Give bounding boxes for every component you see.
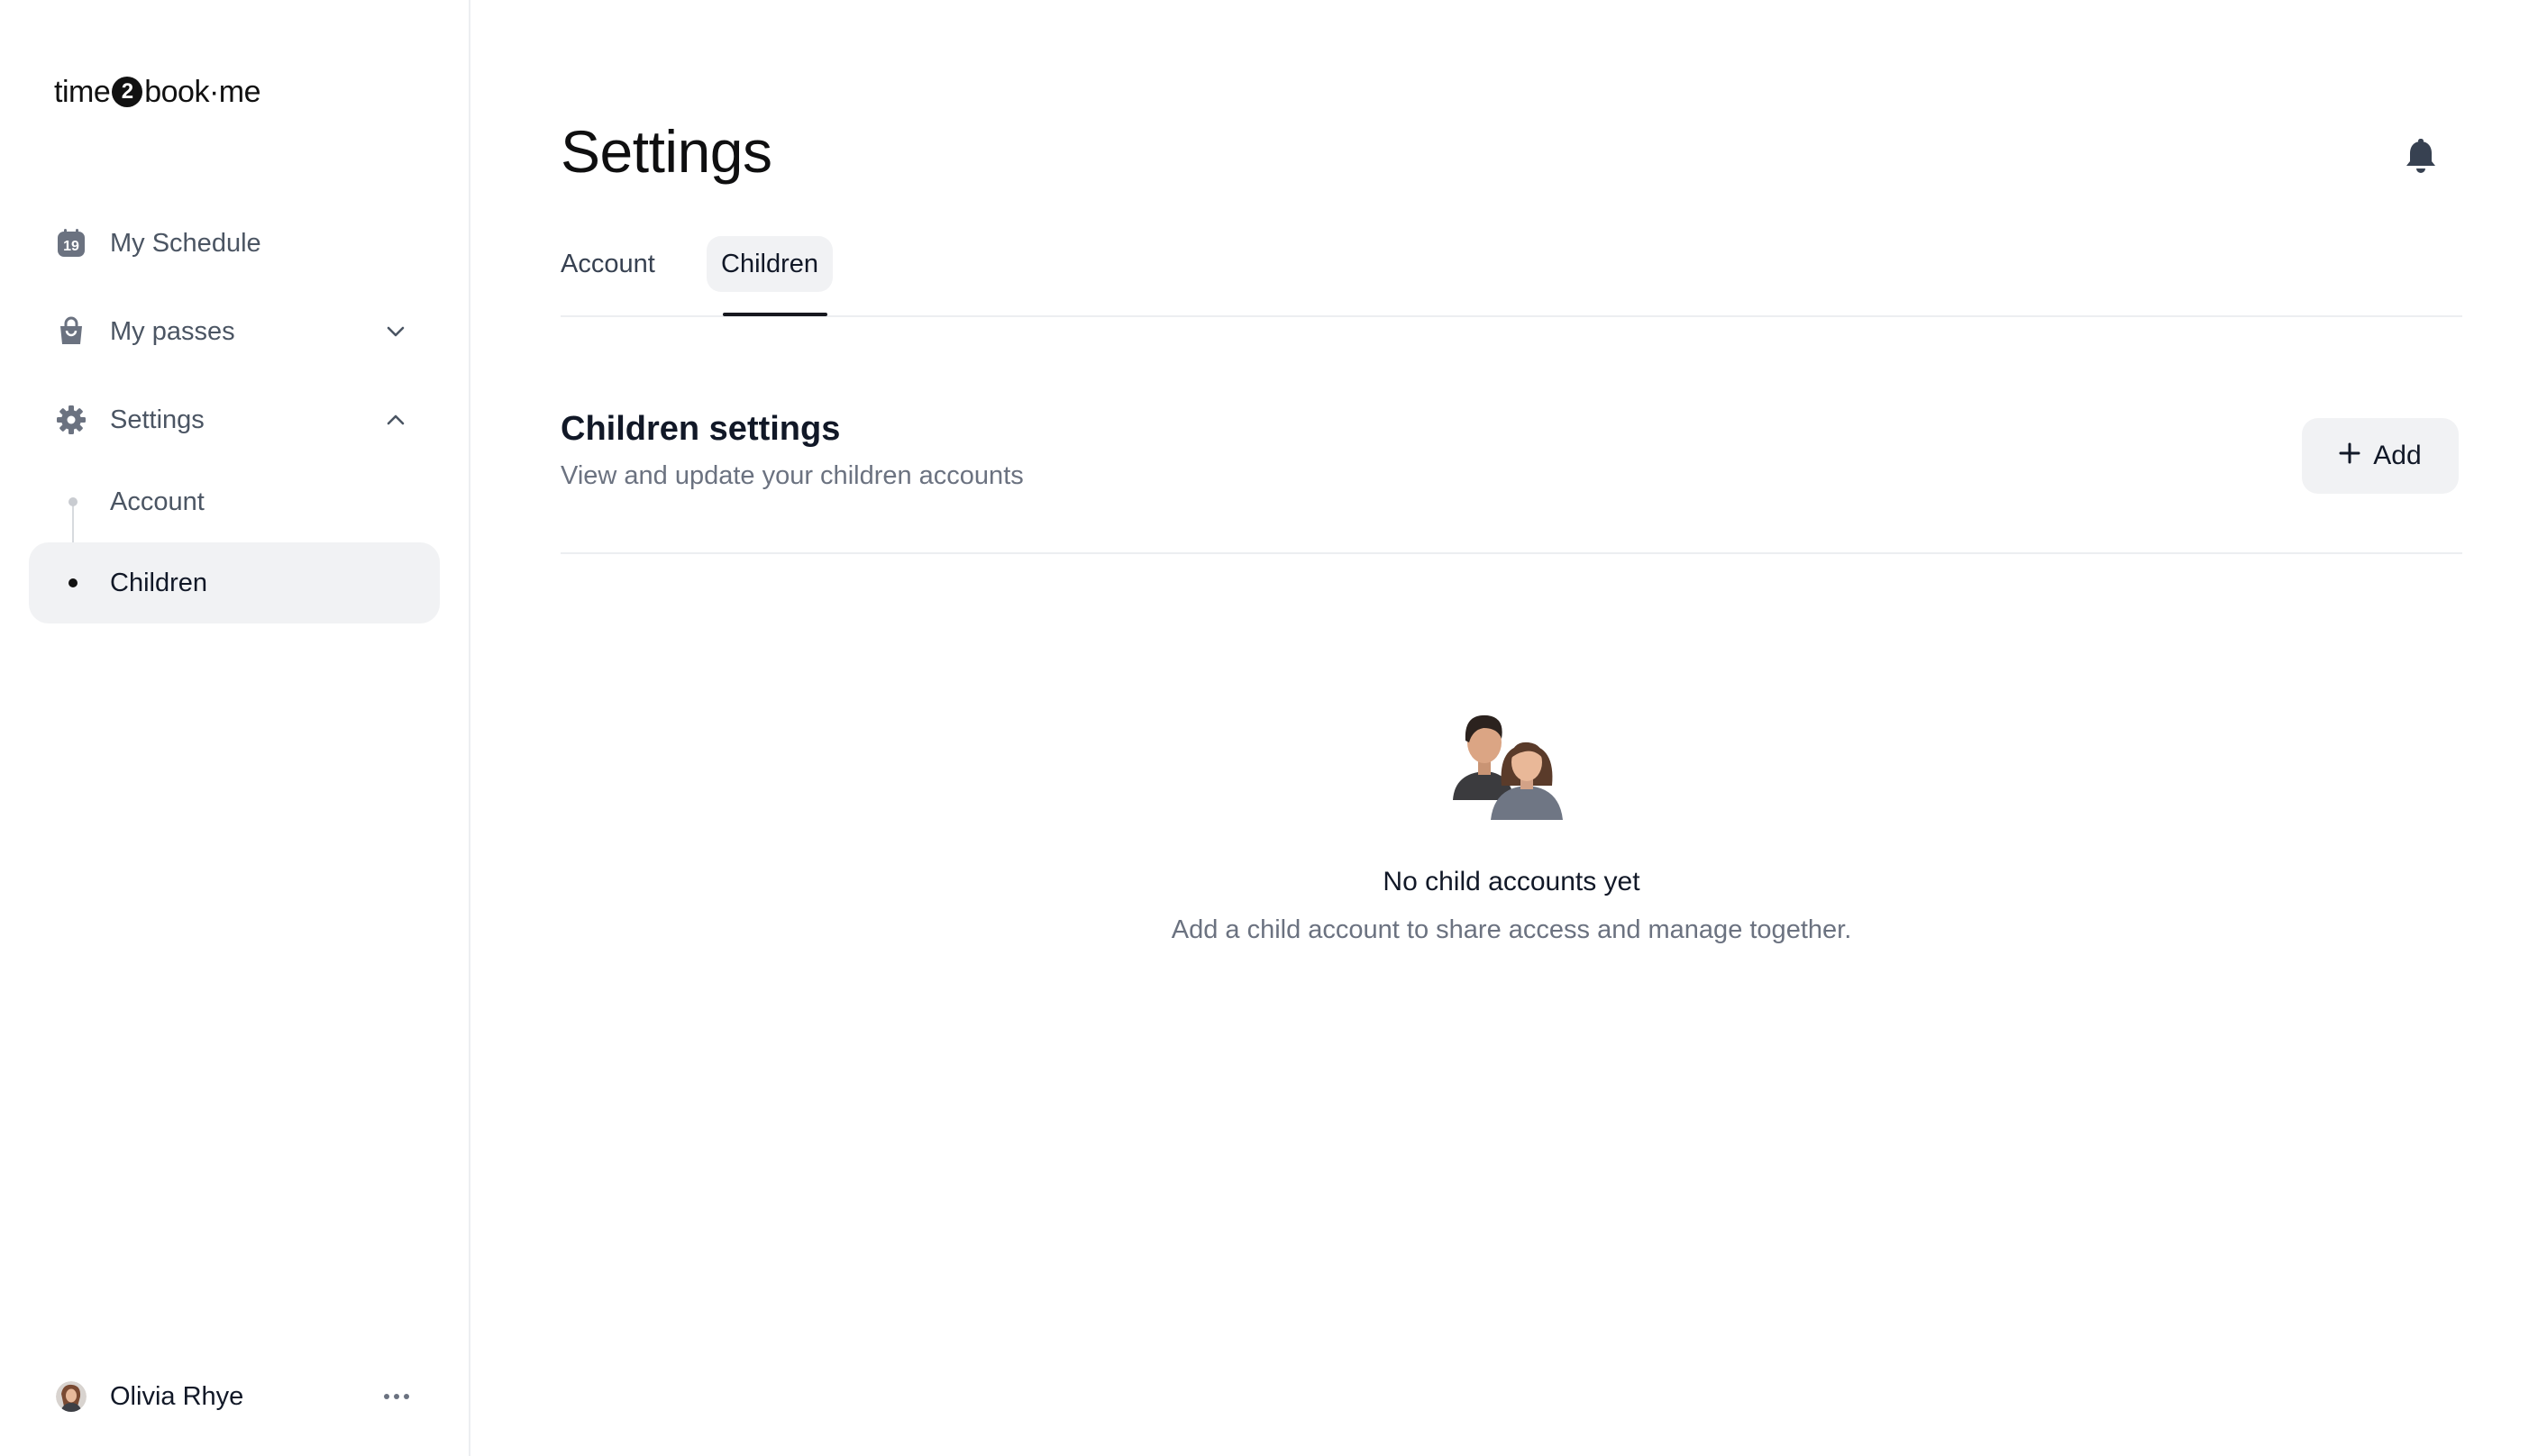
user-profile[interactable]: Olivia Rhye <box>29 1360 440 1433</box>
sidebar-item-my-schedule[interactable]: 19 My Schedule <box>29 205 440 281</box>
logo[interactable]: time 2 book·me <box>54 72 261 112</box>
calendar-icon-number: 19 <box>63 239 79 254</box>
logo-badge: 2 <box>112 77 143 107</box>
sidebar-subitem-account[interactable]: Account <box>29 461 440 542</box>
more-options-icon[interactable] <box>379 1383 415 1410</box>
avatar[interactable] <box>56 1381 87 1412</box>
empty-state-subtitle: Add a child account to share access and … <box>1171 915 1852 944</box>
tab-children[interactable]: Children <box>707 236 833 292</box>
empty-state-title: No child accounts yet <box>1383 867 1640 896</box>
sidebar-item-label: Settings <box>110 405 205 434</box>
chevron-up-icon <box>384 408 407 432</box>
calendar-icon: 19 <box>56 228 87 259</box>
sidebar-item-label: My Schedule <box>110 228 261 258</box>
sidebar-subitem-label: Account <box>110 487 205 516</box>
app-root: time 2 book·me 19 My Schedule My passes … <box>0 0 2538 1456</box>
logo-text-left: time <box>54 74 111 109</box>
plus-icon <box>2339 441 2360 471</box>
sidebar-item-label: My passes <box>110 316 235 346</box>
section-subtitle: View and update your children accounts <box>561 461 1024 490</box>
user-name: Olivia Rhye <box>110 1381 244 1411</box>
section-divider <box>561 552 2462 554</box>
add-button-label: Add <box>2373 441 2422 470</box>
sidebar-subitem-label: Children <box>110 568 207 597</box>
bullet-dot <box>68 497 78 506</box>
sidebar-item-settings[interactable]: Settings <box>29 382 440 458</box>
sidebar-subitem-children[interactable]: Children <box>29 542 440 623</box>
tab-account[interactable]: Account <box>546 236 670 292</box>
sidebar: time 2 book·me 19 My Schedule My passes … <box>0 0 470 1456</box>
section-title: Children settings <box>561 410 841 448</box>
settings-tabs: Account Children <box>561 236 2462 317</box>
chevron-down-icon <box>384 320 407 343</box>
add-child-button[interactable]: Add <box>2302 418 2459 494</box>
bell-icon[interactable] <box>2401 137 2441 177</box>
bullet-dot <box>68 578 78 587</box>
sidebar-item-my-passes[interactable]: My passes <box>29 294 440 369</box>
logo-text-right: book·me <box>144 74 261 109</box>
family-illustration-icon <box>1446 696 1572 822</box>
page-title: Settings <box>561 118 772 185</box>
shopping-bag-icon <box>56 316 87 347</box>
active-tab-indicator <box>723 313 827 316</box>
gear-icon <box>56 405 87 435</box>
